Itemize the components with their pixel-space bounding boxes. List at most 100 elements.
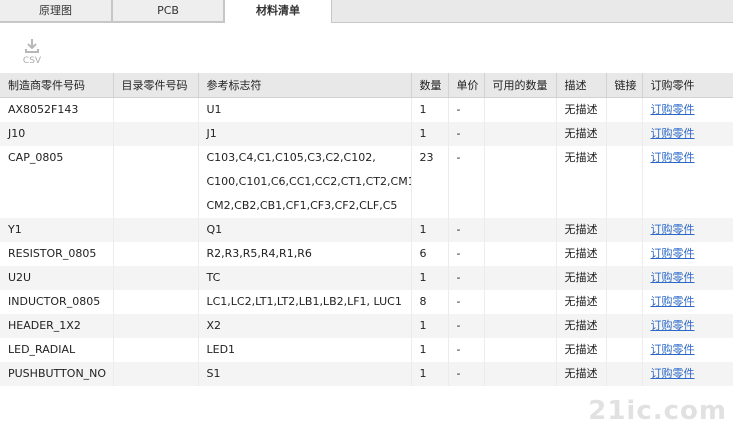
cell-quantity: 1 — [411, 97, 449, 122]
cell-mfr-part: PUSHBUTTON_NO — [0, 362, 114, 386]
cell-mfr-part: U2U — [0, 266, 114, 290]
cell-quantity: 23 — [411, 146, 449, 218]
cell-order: 订购零件 — [642, 314, 733, 338]
col-header-link[interactable]: 链接 — [606, 73, 643, 98]
cell-available — [484, 97, 557, 122]
cell-order: 订购零件 — [642, 146, 733, 218]
order-part-link[interactable]: 订购零件 — [651, 295, 695, 308]
download-icon — [25, 39, 39, 53]
cell-mfr-part: HEADER_1X2 — [0, 314, 114, 338]
cell-description: 无描述 — [556, 146, 607, 218]
cell-link — [606, 122, 643, 146]
cell-available — [484, 314, 557, 338]
cell-quantity: 1 — [411, 362, 449, 386]
col-header-order[interactable]: 订购零件 — [642, 73, 733, 98]
cell-reference: LC1,LC2,LT1,LT2,LB1,LB2,LF1, LUC1 — [198, 290, 412, 314]
cell-quantity: 1 — [411, 314, 449, 338]
tab-bom[interactable]: 材料清单 — [224, 0, 332, 23]
csv-export-button[interactable]: CSV — [18, 37, 46, 71]
order-part-link[interactable]: 订购零件 — [651, 127, 695, 140]
cell-catalog-part — [113, 362, 199, 386]
order-part-link[interactable]: 订购零件 — [651, 247, 695, 260]
cell-reference: U1 — [198, 97, 412, 122]
watermark-logo: 21ic.com — [588, 396, 727, 426]
table-row: RESISTOR_0805 R2,R3,R5,R4,R1,R6 6 - 无描述 … — [0, 242, 733, 266]
table-row: INDUCTOR_0805 LC1,LC2,LT1,LT2,LB1,LB2,LF… — [0, 290, 733, 314]
cell-description: 无描述 — [556, 218, 607, 242]
cell-description: 无描述 — [556, 290, 607, 314]
csv-label: CSV — [22, 56, 42, 66]
cell-description: 无描述 — [556, 97, 607, 122]
col-header-description[interactable]: 描述 — [556, 73, 607, 98]
cell-link — [606, 314, 643, 338]
cell-unit-price: - — [448, 146, 485, 218]
cell-unit-price: - — [448, 290, 485, 314]
order-part-link[interactable]: 订购零件 — [651, 103, 695, 116]
cell-quantity: 1 — [411, 218, 449, 242]
cell-mfr-part: RESISTOR_0805 — [0, 242, 114, 266]
col-header-quantity[interactable]: 数量 — [411, 73, 449, 98]
table-row: Y1 Q1 1 - 无描述 订购零件 — [0, 218, 733, 242]
cell-reference: X2 — [198, 314, 412, 338]
col-header-available[interactable]: 可用的数量 — [484, 73, 557, 98]
col-header-reference[interactable]: 参考标志符 — [198, 73, 412, 98]
cell-catalog-part — [113, 218, 199, 242]
cell-unit-price: - — [448, 218, 485, 242]
table-row: PUSHBUTTON_NO S1 1 - 无描述 订购零件 — [0, 362, 733, 386]
tab-bar: 原理图 PCB 材料清单 — [0, 0, 733, 23]
cell-order: 订购零件 — [642, 290, 733, 314]
cell-link — [606, 146, 643, 218]
cell-catalog-part — [113, 242, 199, 266]
cell-unit-price: - — [448, 122, 485, 146]
cell-quantity: 8 — [411, 290, 449, 314]
cell-available — [484, 146, 557, 218]
cell-description: 无描述 — [556, 362, 607, 386]
cell-description: 无描述 — [556, 266, 607, 290]
order-part-link[interactable]: 订购零件 — [651, 319, 695, 332]
order-part-link[interactable]: 订购零件 — [651, 271, 695, 284]
cell-reference: TC — [198, 266, 412, 290]
cell-available — [484, 290, 557, 314]
cell-link — [606, 218, 643, 242]
cell-quantity: 1 — [411, 338, 449, 362]
cell-order: 订购零件 — [642, 242, 733, 266]
cell-available — [484, 122, 557, 146]
cell-available — [484, 362, 557, 386]
col-header-unit-price[interactable]: 单价 — [448, 73, 485, 98]
cell-available — [484, 266, 557, 290]
col-header-mfr-part[interactable]: 制造商零件号码 — [0, 73, 114, 98]
table-row: HEADER_1X2 X2 1 - 无描述 订购零件 — [0, 314, 733, 338]
cell-mfr-part: Y1 — [0, 218, 114, 242]
cell-link — [606, 242, 643, 266]
cell-unit-price: - — [448, 266, 485, 290]
cell-available — [484, 218, 557, 242]
order-part-link[interactable]: 订购零件 — [651, 343, 695, 356]
cell-order: 订购零件 — [642, 266, 733, 290]
cell-catalog-part — [113, 266, 199, 290]
cell-order: 订购零件 — [642, 338, 733, 362]
cell-order: 订购零件 — [642, 218, 733, 242]
bom-table: 制造商零件号码 目录零件号码 参考标志符 数量 单价 可用的数量 描述 链接 订… — [0, 73, 733, 386]
tab-pcb[interactable]: PCB — [112, 0, 224, 22]
cell-mfr-part: J10 — [0, 122, 114, 146]
order-part-link[interactable]: 订购零件 — [651, 151, 695, 164]
cell-unit-price: - — [448, 314, 485, 338]
order-part-link[interactable]: 订购零件 — [651, 223, 695, 236]
cell-reference: R2,R3,R5,R4,R1,R6 — [198, 242, 412, 266]
toolbar: CSV — [0, 23, 733, 73]
tab-schematic[interactable]: 原理图 — [0, 0, 112, 22]
cell-quantity: 1 — [411, 122, 449, 146]
cell-unit-price: - — [448, 97, 485, 122]
order-part-link[interactable]: 订购零件 — [651, 367, 695, 380]
cell-link — [606, 362, 643, 386]
col-header-catalog-part[interactable]: 目录零件号码 — [113, 73, 199, 98]
cell-description: 无描述 — [556, 122, 607, 146]
table-body: AX8052F143 U1 1 - 无描述 订购零件 J10 J1 1 - 无描… — [0, 97, 733, 386]
cell-available — [484, 338, 557, 362]
cell-unit-price: - — [448, 362, 485, 386]
cell-mfr-part: INDUCTOR_0805 — [0, 290, 114, 314]
cell-catalog-part — [113, 146, 199, 218]
cell-description: 无描述 — [556, 338, 607, 362]
cell-quantity: 6 — [411, 242, 449, 266]
cell-unit-price: - — [448, 242, 485, 266]
